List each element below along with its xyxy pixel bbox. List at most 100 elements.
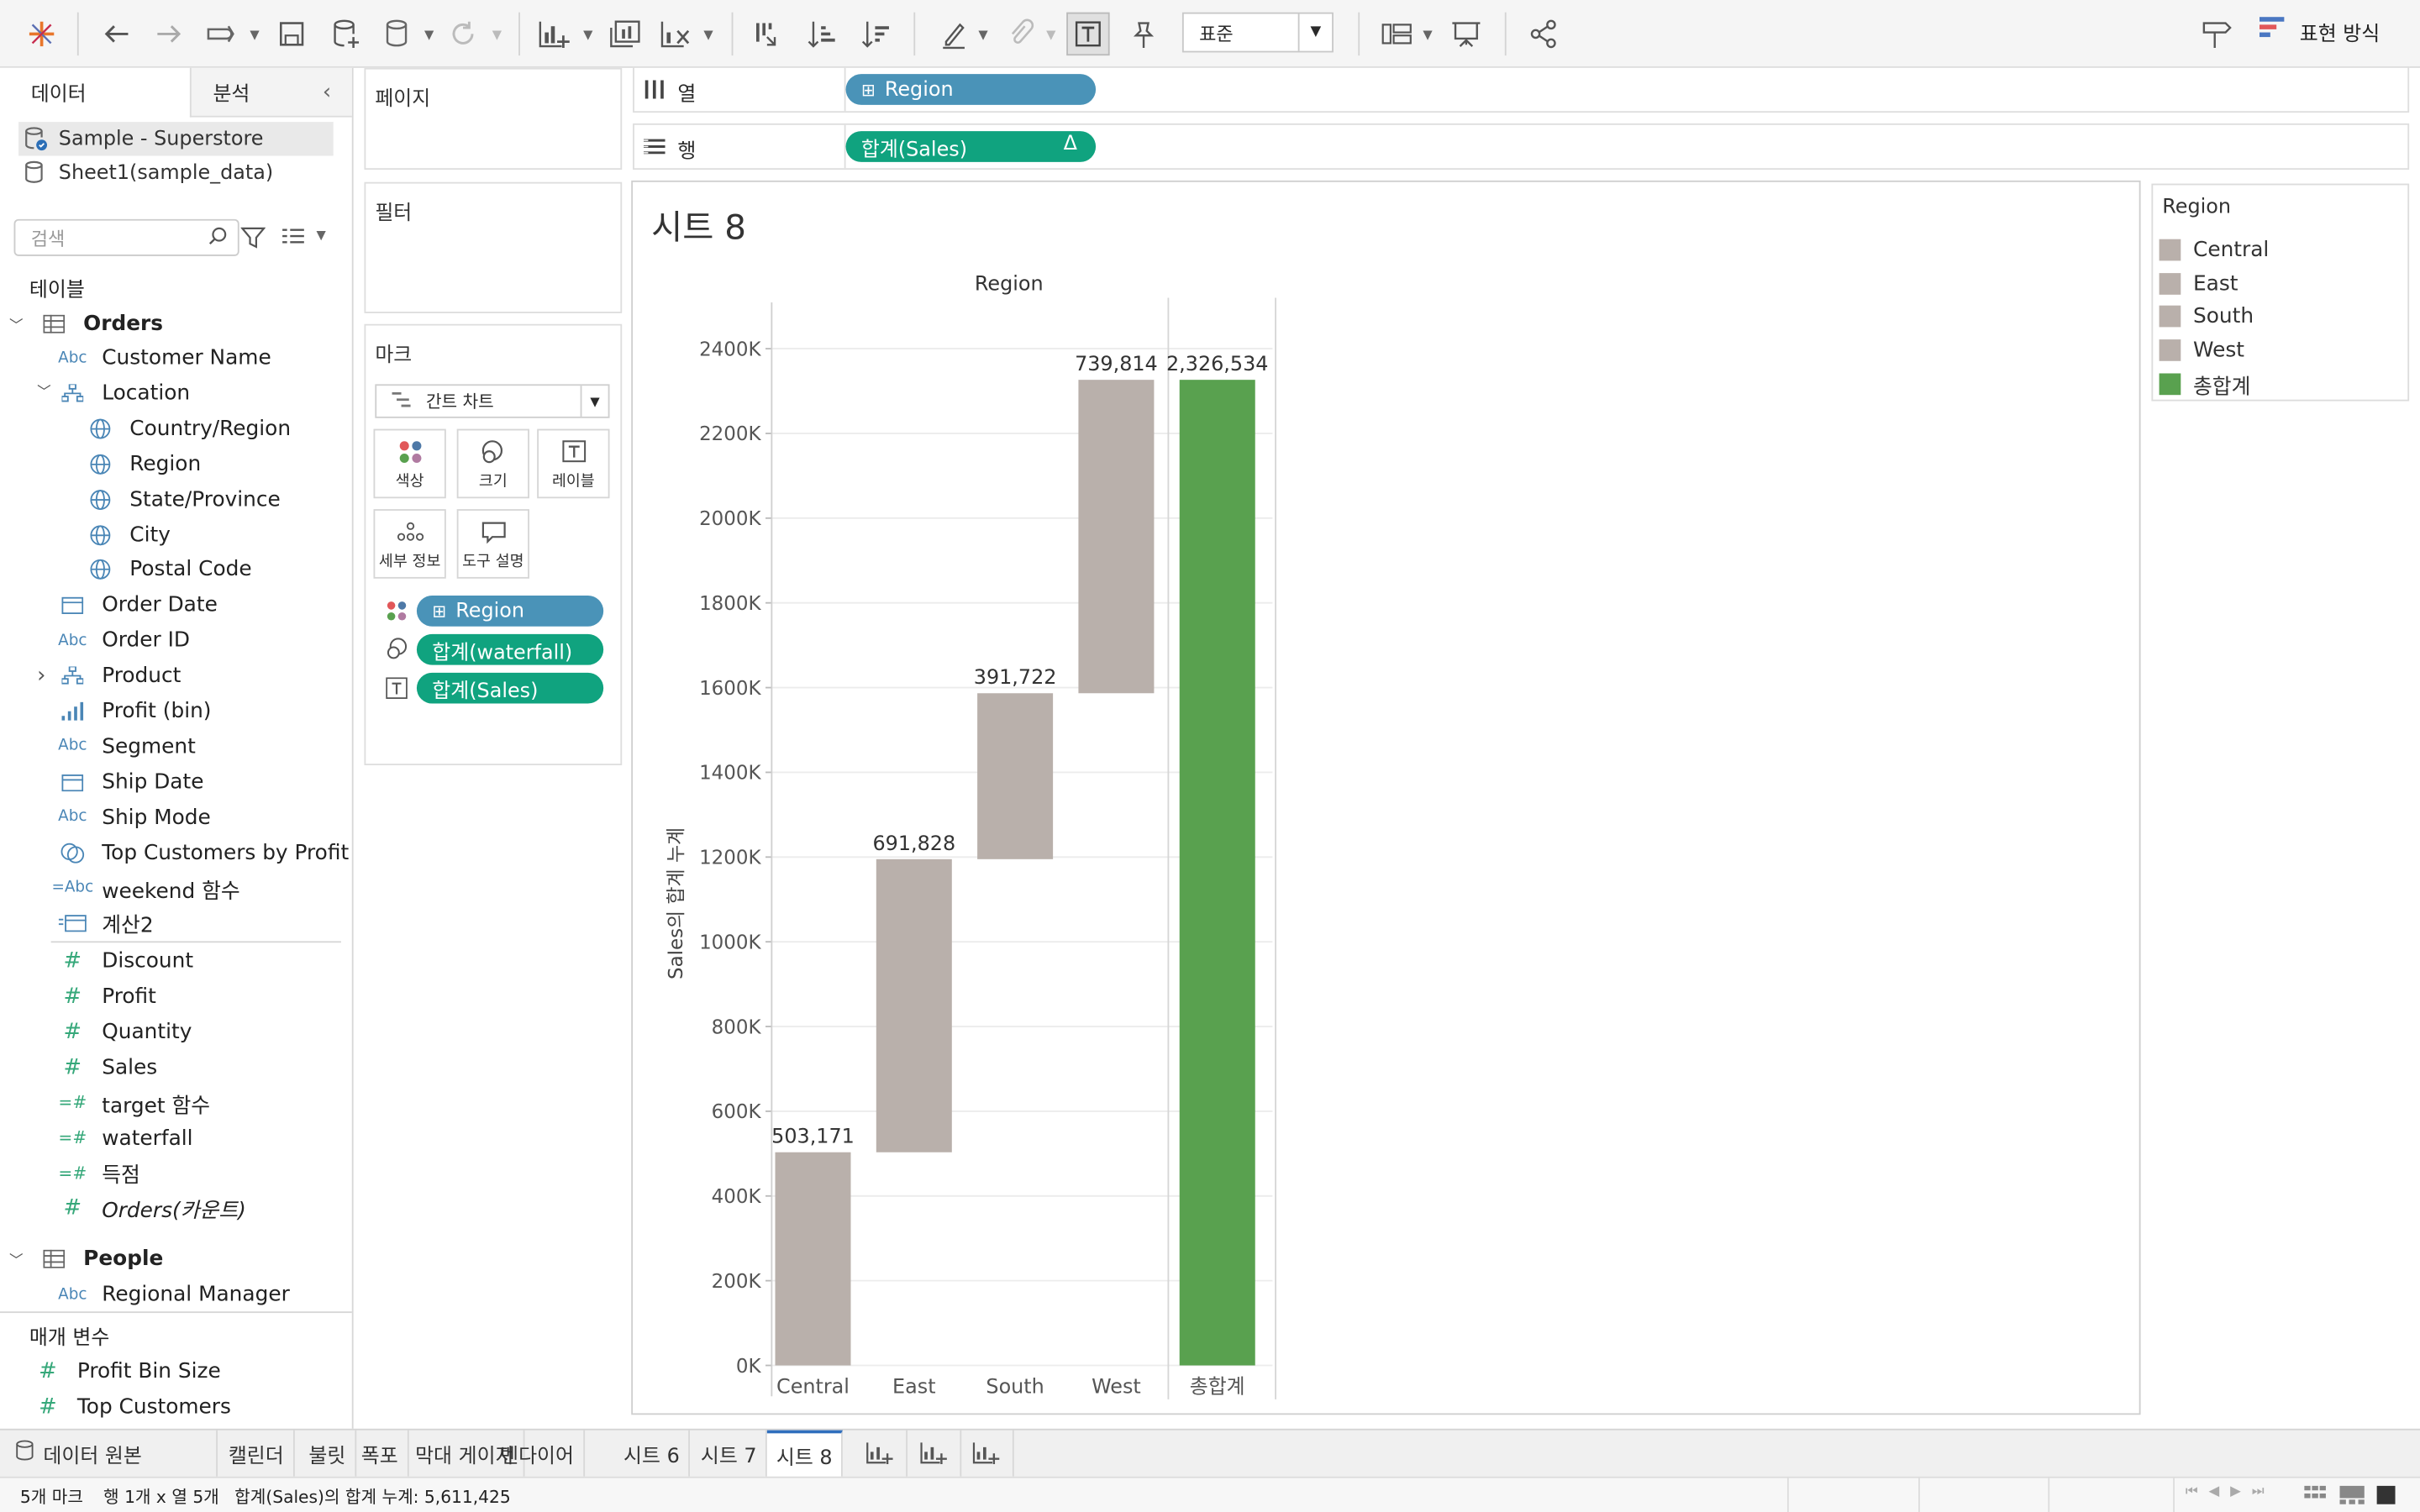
pages-card[interactable]: 페이지 — [364, 67, 623, 171]
legend-item-central[interactable]: Central — [2159, 234, 2269, 265]
new-story-tab-icon[interactable] — [960, 1430, 1014, 1477]
field-region[interactable]: Region — [87, 447, 201, 480]
replay-animation-icon[interactable] — [201, 13, 241, 55]
show-me-button[interactable]: 표현 방식 — [2259, 15, 2380, 46]
group-members-icon[interactable] — [1000, 13, 1040, 55]
presentation-mode-icon[interactable] — [1446, 13, 1486, 55]
replay-dropdown-icon[interactable]: ▼ — [245, 13, 264, 55]
chevron-down-icon[interactable]: ▼ — [1297, 13, 1332, 51]
show-mark-labels-icon[interactable] — [1066, 12, 1110, 56]
collapse-pane-icon[interactable]: ‹ — [323, 81, 331, 105]
field-postal-code[interactable]: Postal Code — [87, 553, 252, 586]
field-ship-mode[interactable]: Abc Ship Mode — [58, 801, 211, 834]
legend-item-south[interactable]: South — [2159, 302, 2254, 333]
new-worksheet-icon[interactable] — [533, 13, 576, 55]
fix-axes-icon[interactable] — [1123, 13, 1164, 55]
view-options-dropdown-icon[interactable]: ▼ — [317, 228, 326, 243]
field-quantity[interactable]: # Quantity — [59, 1015, 192, 1048]
legend-item-총합계[interactable]: 총합계 — [2159, 369, 2250, 399]
swap-rows-columns-icon[interactable] — [747, 13, 787, 55]
tab-datasource[interactable]: 데이터 원본 — [0, 1430, 218, 1477]
field-order-date[interactable]: Order Date — [59, 588, 218, 622]
legend-item-east[interactable]: East — [2159, 268, 2238, 299]
filter-fields-icon[interactable] — [240, 225, 266, 256]
field-customer-name[interactable]: Abc Customer Name — [58, 341, 271, 375]
field-sales[interactable]: # Sales — [59, 1050, 158, 1084]
sheet-sorter-view-icon[interactable] — [2304, 1485, 2326, 1509]
new-datasource-icon[interactable] — [326, 13, 366, 55]
mark-type-select[interactable]: 간트 차트 ▼ — [375, 384, 610, 418]
field-profit[interactable]: # Profit — [59, 979, 156, 1013]
tabs-view-icon[interactable] — [2376, 1485, 2396, 1509]
mark-detail-button[interactable]: 세부 정보 — [373, 509, 446, 579]
clear-dropdown-icon[interactable]: ▼ — [699, 13, 718, 55]
refresh-dropdown-icon[interactable]: ▼ — [487, 13, 506, 55]
field-regional-manager[interactable]: Abc Regional Manager — [58, 1278, 290, 1311]
bar-west[interactable] — [1078, 380, 1155, 694]
legend-item-west[interactable]: West — [2159, 335, 2244, 366]
table-people[interactable]: ﹀ People — [9, 1242, 163, 1276]
datasource-dropdown-icon[interactable]: ▼ — [420, 13, 439, 55]
field-search-input[interactable]: 검색 — [13, 218, 239, 256]
group-dropdown-icon[interactable]: ▼ — [1042, 13, 1060, 55]
save-icon[interactable] — [271, 13, 312, 55]
chevron-right-icon[interactable]: › — [37, 664, 45, 688]
show-cards-icon[interactable] — [1376, 13, 1417, 55]
table-orders[interactable]: ﹀ Orders — [9, 307, 163, 341]
sheet-nav-icons[interactable]: ⏮◀▶⏭ — [2186, 1484, 2275, 1499]
columns-pill-region[interactable]: ⊞ Region — [845, 74, 1097, 105]
mark-pill-region[interactable]: ⊞ Region — [416, 595, 604, 627]
mark-color-button[interactable]: 색상 — [373, 428, 446, 499]
param-profit-bin-size[interactable]: # Profit Bin Size — [34, 1355, 221, 1389]
duplicate-sheet-icon[interactable] — [605, 13, 645, 55]
sort-descending-icon[interactable] — [856, 13, 897, 55]
bar-central[interactable] — [775, 1152, 851, 1366]
new-worksheet-tab-icon[interactable] — [854, 1430, 908, 1477]
tab-sheet-불릿[interactable]: 불릿 — [299, 1430, 357, 1477]
field-order-id[interactable]: Abc Order ID — [58, 623, 190, 657]
mark-pill-waterfall[interactable]: 합계(waterfall) — [416, 633, 604, 665]
view-options-icon[interactable] — [281, 227, 305, 255]
field-segment[interactable]: Abc Segment — [58, 730, 196, 764]
field-target-함수[interactable]: =# target 함수 — [58, 1085, 210, 1119]
tab-sheet-시트-8[interactable]: 시트 8 — [766, 1430, 844, 1477]
mark-tooltip-button[interactable]: 도구 설명 — [456, 509, 529, 579]
field-득점[interactable]: =# 득점 — [58, 1156, 139, 1189]
clear-sheet-icon[interactable] — [656, 13, 697, 55]
tableau-logo-icon[interactable] — [22, 13, 62, 55]
field-profit-bin[interactable]: Profit (bin) — [59, 695, 211, 728]
show-cards-dropdown-icon[interactable]: ▼ — [1418, 13, 1437, 55]
field-weekend-함수[interactable]: =Abc weekend 함수 — [51, 871, 239, 905]
bar-south[interactable] — [977, 693, 1054, 859]
datasource-item-sheet1[interactable]: Sheet1(sample_data) — [18, 156, 334, 190]
field-orders-카운트[interactable]: # Orders(카운트) — [59, 1192, 246, 1226]
field-discount[interactable]: # Discount — [59, 944, 194, 978]
tab-sheet-시트-7[interactable]: 시트 7 — [692, 1430, 768, 1477]
mark-label-button[interactable]: 레이블 — [537, 428, 610, 499]
field-country-region[interactable]: Country/Region — [87, 412, 291, 445]
field-ship-date[interactable]: Ship Date — [59, 765, 203, 799]
mark-size-button[interactable]: 크기 — [456, 428, 529, 499]
fit-select[interactable]: 표준 ▼ — [1181, 12, 1334, 53]
rows-pill-sales[interactable]: 합계(Sales) Δ — [845, 131, 1097, 162]
field-계산2[interactable]: 계산2 — [58, 906, 154, 940]
field-product[interactable]: Product — [59, 659, 181, 692]
filters-card[interactable]: 필터 — [364, 181, 623, 313]
refresh-icon[interactable] — [443, 13, 483, 55]
tab-sheet-시트-6[interactable]: 시트 6 — [614, 1430, 691, 1477]
chevron-down-icon[interactable]: ﹀ — [37, 381, 51, 401]
pin-sign-icon[interactable] — [2196, 13, 2237, 55]
new-worksheet-dropdown-icon[interactable]: ▼ — [579, 13, 597, 55]
bar-east[interactable] — [876, 858, 952, 1152]
chevron-down-icon[interactable]: ▼ — [580, 386, 608, 417]
tab-sheet-폭포[interactable]: 폭포 — [352, 1430, 409, 1477]
bar-총합계[interactable] — [1179, 380, 1255, 1366]
filmstrip-view-icon[interactable] — [2339, 1485, 2365, 1509]
field-waterfall[interactable]: =# waterfall — [58, 1121, 192, 1154]
field-top-customers-by-profit[interactable]: Top Customers by Profit — [59, 836, 349, 869]
undo-icon[interactable] — [96, 13, 136, 55]
highlight-dropdown-icon[interactable]: ▼ — [974, 13, 992, 55]
field-location[interactable]: Location — [59, 376, 190, 410]
field-city[interactable]: City — [87, 517, 171, 551]
datasource-icon[interactable] — [378, 13, 418, 55]
